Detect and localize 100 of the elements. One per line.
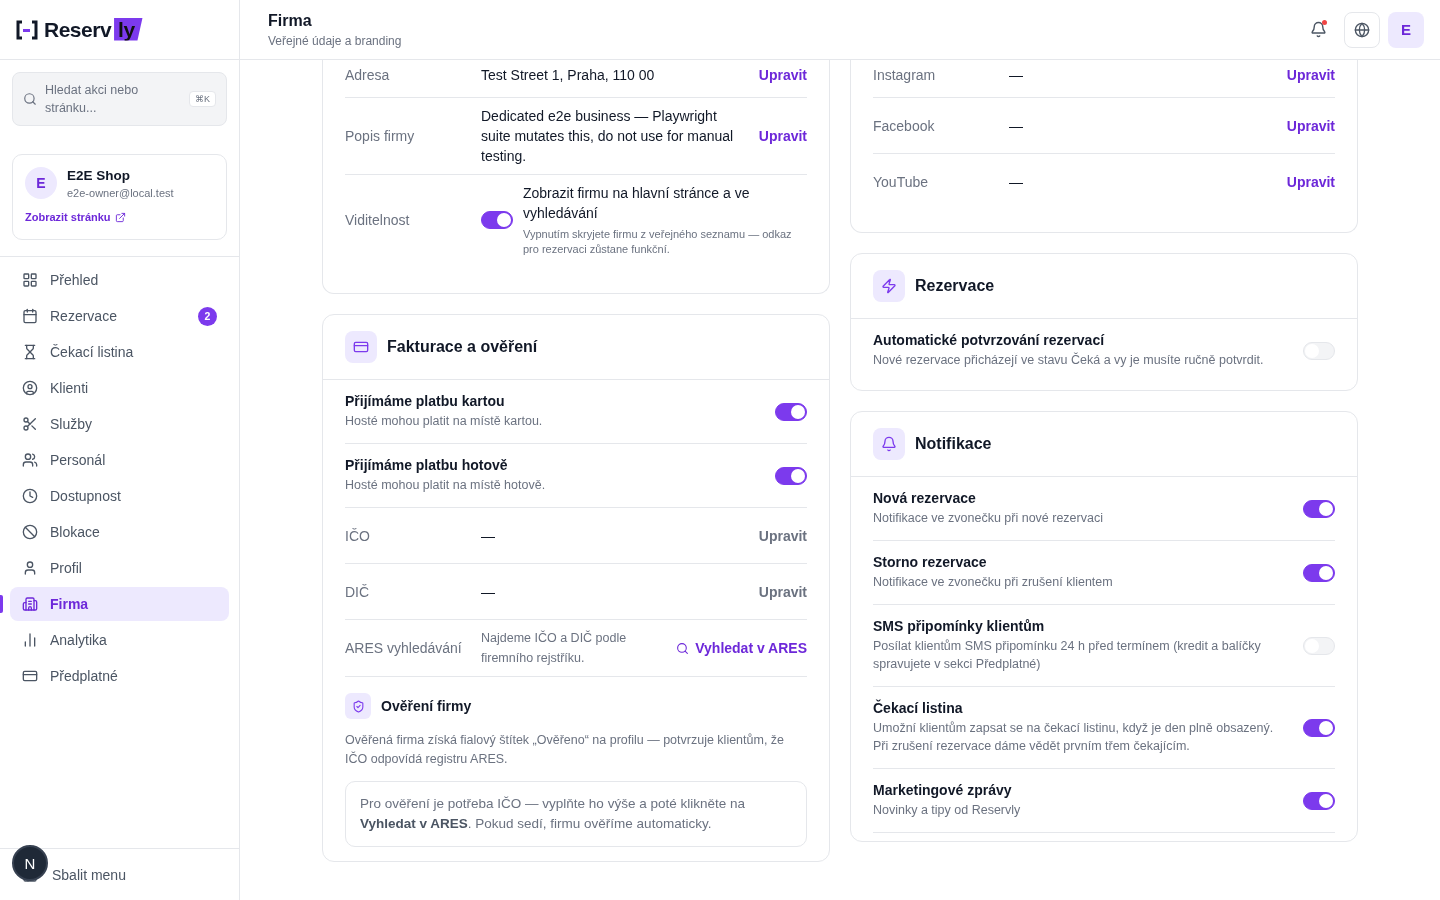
card-title: Rezervace bbox=[915, 277, 995, 295]
grid-icon bbox=[22, 272, 38, 288]
clock-icon bbox=[22, 488, 38, 504]
page-subtitle: Veřejné údaje a branding bbox=[268, 33, 402, 48]
setting-title: Čekací listina bbox=[873, 700, 964, 716]
toggle-switch[interactable] bbox=[1303, 499, 1335, 518]
nav-item[interactable]: Čekací listina bbox=[10, 335, 229, 369]
setting-description: Notifikace ve zvonečku při nové rezervaci bbox=[873, 510, 1104, 527]
nav-item[interactable]: Blokace bbox=[10, 515, 229, 549]
search-link[interactable]: Vyhledat v ARES bbox=[676, 640, 807, 656]
edit-link[interactable]: Upravit bbox=[758, 66, 807, 83]
blocked-icon bbox=[22, 524, 38, 540]
edit-link[interactable]: Upravit bbox=[1286, 117, 1335, 134]
setting-hint: Vypnutím skryjete firmu z veřejného seznamu — odkaz pro rezervaci zůstane funkční. bbox=[523, 227, 793, 257]
setting-description: Notifikace ve zvonečku při zrušení klientem bbox=[873, 574, 1114, 591]
toggle-switch[interactable] bbox=[775, 466, 807, 485]
field-value: Test Street 1, Praha, 110 00 bbox=[481, 65, 656, 85]
user-avatar-button[interactable]: E bbox=[1388, 11, 1424, 48]
setting-description: Hosté mohou platit na místě kartou. bbox=[345, 413, 544, 430]
nav-item[interactable]: Dostupnost bbox=[10, 479, 229, 513]
setting-title: Přijímáme platbu kartou bbox=[345, 393, 506, 409]
section-text: Ověřená firma získá fialový štítek „Ověřeno“ na profilu — potvrzuje klientům, že IČO odpovídá registru ARES. bbox=[345, 732, 786, 768]
nav-item[interactable]: Analytika bbox=[10, 623, 229, 657]
setting-title: Nová rezervace bbox=[873, 490, 977, 506]
account-name: E2E Shop bbox=[67, 167, 131, 183]
setting-description: Nové rezervace přicházejí ve stavu Čeká a vy je musíte ručně potvrdit. bbox=[873, 351, 1265, 369]
setting-description: Umožní klientům zapsat se na čekací listinu, když je den plně obsazený. Při zrušení rezervace dáme vědět prvním třem čekajícím. bbox=[873, 720, 1275, 755]
field-label: Facebook bbox=[873, 117, 936, 134]
building-icon bbox=[22, 596, 38, 612]
field-label: Adresa bbox=[345, 66, 391, 83]
globe-icon bbox=[1354, 21, 1370, 38]
setting-description: Novinky a tipy od Reservly bbox=[873, 802, 1022, 819]
setting-text: Zobrazit firmu na hlavní stránce a ve vyhledávání bbox=[523, 184, 751, 223]
setting-title: SMS připomínky klientům bbox=[873, 618, 1046, 634]
external-link-icon bbox=[114, 211, 126, 223]
edit-link[interactable]: Upravit bbox=[1286, 66, 1335, 83]
setting-title: Automatické potvrzování rezervací bbox=[873, 332, 1106, 348]
search-icon bbox=[676, 641, 690, 655]
count-badge: 2 bbox=[198, 306, 217, 326]
nav-item[interactable]: Rezervace 2 bbox=[10, 299, 229, 333]
bell-icon bbox=[1309, 21, 1327, 38]
field-label: DIČ bbox=[345, 583, 371, 600]
setting-description: Hosté mohou platit na místě hotově. bbox=[345, 477, 547, 494]
logo[interactable]: Reserv ly bbox=[16, 17, 143, 42]
nav-item[interactable]: Předplatné bbox=[10, 659, 229, 693]
bracket-logo-icon bbox=[16, 19, 38, 40]
bell-icon bbox=[873, 428, 905, 460]
field-value: — bbox=[481, 582, 496, 602]
user-icon bbox=[22, 560, 38, 576]
section-title: Ověření firmy bbox=[381, 698, 472, 714]
field-hint: Najdeme IČO a DIČ podle firemního rejstříku. bbox=[481, 629, 628, 667]
edit-link[interactable]: Upravit bbox=[1286, 174, 1335, 190]
nav-item[interactable]: Klienti bbox=[10, 371, 229, 405]
toggle-switch[interactable] bbox=[1303, 718, 1335, 737]
credit-card-icon bbox=[345, 331, 377, 363]
nav-item[interactable]: Služby bbox=[10, 407, 229, 441]
field-label: Popis firmy bbox=[345, 128, 416, 144]
bar-chart-icon bbox=[22, 632, 38, 648]
field-value: — bbox=[1009, 116, 1024, 136]
setting-title: Marketingové zprávy bbox=[873, 782, 1013, 798]
credit-card-icon bbox=[22, 668, 38, 684]
scissors-icon bbox=[22, 416, 38, 432]
user-circle-icon bbox=[22, 380, 38, 396]
setting-title: Přijímáme platbu hotově bbox=[345, 457, 509, 473]
nav-item[interactable]: Přehled bbox=[10, 263, 229, 297]
dev-tools-badge[interactable]: N bbox=[12, 845, 48, 881]
edit-link[interactable]: Upravit bbox=[758, 128, 807, 144]
language-button[interactable] bbox=[1344, 11, 1380, 48]
card-title: Notifikace bbox=[915, 435, 992, 453]
field-label: Instagram bbox=[873, 66, 937, 83]
active-indicator bbox=[0, 595, 3, 613]
page-title: Firma bbox=[268, 11, 313, 30]
users-icon bbox=[22, 452, 38, 468]
nav-item[interactable]: Profil bbox=[10, 551, 229, 585]
toggle-switch[interactable] bbox=[775, 402, 807, 421]
hourglass-icon bbox=[22, 344, 38, 360]
info-note: Pro ověření je potřeba IČO — vyplňte ho výše a poté klikněte na Vyhledat v ARES. Pokud sedí, firmu ověříme automaticky. bbox=[345, 781, 807, 847]
toggle-switch[interactable] bbox=[1303, 791, 1335, 810]
search-icon bbox=[23, 92, 37, 106]
calendar-icon bbox=[22, 308, 38, 324]
field-label: ARES vyhledávání bbox=[345, 640, 463, 656]
toggle-switch[interactable] bbox=[481, 211, 513, 229]
field-label: IČO bbox=[345, 527, 371, 544]
field-value: — bbox=[1009, 65, 1024, 85]
field-value: — bbox=[481, 526, 496, 546]
field-value: Dedicated e2e business — Playwright suite mutates this, do not use for manual testing. bbox=[481, 107, 735, 166]
search-field[interactable]: Hledat akci nebo stránku... ⌘K bbox=[12, 72, 227, 126]
shortcut-key: ⌘K bbox=[189, 91, 216, 107]
field-label: YouTube bbox=[873, 174, 929, 190]
lightning-icon bbox=[873, 270, 905, 302]
account-avatar: E bbox=[25, 167, 57, 199]
setting-title: Storno rezervace bbox=[873, 554, 988, 570]
account-email: e2e-owner@local.test bbox=[67, 186, 174, 199]
shield-check-icon bbox=[345, 693, 371, 719]
nav-item[interactable]: Personál bbox=[10, 443, 229, 477]
card-title: Fakturace a ověření bbox=[387, 338, 538, 356]
toggle-switch[interactable] bbox=[1303, 563, 1335, 582]
field-label: Viditelnost bbox=[345, 212, 411, 228]
setting-description: Posílat klientům SMS připomínku 24 h před termínem (kredit a balíčky spravujete v sekci Předplatné) bbox=[873, 638, 1262, 673]
view-page-link[interactable]: Zobrazit stránku bbox=[25, 211, 126, 223]
